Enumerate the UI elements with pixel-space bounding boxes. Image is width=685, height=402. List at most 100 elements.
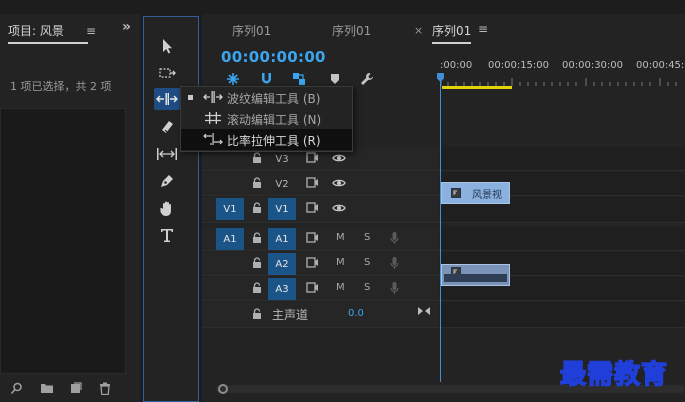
selection-tool-icon[interactable] [154,35,180,57]
fx-badge-icon [451,188,461,198]
ruler-label: 00:00:30:00 [562,60,624,71]
in-out-range-bar[interactable] [442,86,512,89]
track-header: A2 M S [202,252,439,275]
menu-item-rolling-edit[interactable]: 滚动编辑工具 (N) [181,108,352,129]
wrench-icon[interactable] [360,72,374,86]
tab-sequence-3[interactable]: 序列01 [432,22,472,44]
lock-icon[interactable] [252,177,262,189]
menu-item-label: 波纹编辑工具 (B) [227,92,321,106]
linked-selection-icon[interactable] [292,72,306,86]
selected-bullet-icon [188,95,193,100]
sync-lock-icon[interactable] [306,202,319,213]
solo-button[interactable]: S [364,282,370,293]
lock-icon[interactable] [252,282,262,294]
track-header: A1 A1 M S [202,227,439,250]
tab-close-icon[interactable]: × [414,24,423,37]
go-to-end-icon[interactable] [418,306,430,316]
ripple-edit-icon [203,90,223,104]
master-volume-value[interactable]: 0.0 [348,308,364,319]
menu-item-label: 比率拉伸工具 (R) [227,134,321,148]
sync-lock-icon[interactable] [306,282,319,293]
rate-stretch-icon [203,132,223,146]
slip-tool-icon[interactable] [154,143,180,165]
project-panel: 项目: 风景 ≡ » 1 项已选择，共 2 项 [0,14,140,402]
microphone-icon[interactable] [390,281,399,295]
snap-icon[interactable] [260,72,273,86]
track-target-v1[interactable]: V1 [268,198,296,220]
pen-tool-icon[interactable] [154,170,180,192]
menu-item-ripple-edit[interactable]: 波纹编辑工具 (B) [181,87,352,108]
track-select-tool-icon[interactable] [154,62,180,84]
audio-clip[interactable] [441,264,510,286]
solo-button[interactable]: S [364,232,370,243]
microphone-icon[interactable] [390,256,399,270]
sync-lock-icon[interactable] [306,177,319,188]
lock-icon[interactable] [252,257,262,269]
track-target-a2[interactable]: A2 [268,253,296,275]
project-bottom-toolbar [0,378,140,402]
track-area: V3 V2 V1 V1 A1 A1 M S A2 M S A3 M S 主声道 … [202,147,685,337]
track-a1: A1 A1 M S [202,227,685,251]
video-clip[interactable]: 风景视 [441,182,510,204]
eye-icon[interactable] [332,153,346,163]
menu-item-rate-stretch[interactable]: 比率拉伸工具 (R) [181,129,352,150]
track-lane[interactable] [440,302,685,327]
track-header: A3 M S [202,277,439,300]
playhead-line[interactable] [440,76,441,382]
sync-lock-icon[interactable] [306,152,319,163]
audio-waveform [444,274,507,282]
lock-icon[interactable] [252,152,262,164]
master-track-label: 主声道 [272,308,309,322]
sync-lock-icon[interactable] [306,257,319,268]
lock-icon[interactable] [252,202,262,214]
track-target-a1[interactable]: A1 [268,228,296,250]
track-lane[interactable] [440,147,685,170]
new-item-icon[interactable] [70,382,82,394]
razor-tool-icon[interactable] [154,116,180,138]
timeline-menu-icon[interactable]: ≡ [478,22,488,36]
add-marker-icon[interactable] [330,73,340,85]
project-item-list[interactable] [0,108,126,374]
sync-lock-icon[interactable] [306,232,319,243]
ripple-edit-tool-icon[interactable] [154,88,180,110]
microphone-icon[interactable] [390,231,399,245]
playhead-timecode[interactable]: 00:00:00:00 [221,48,326,66]
mute-button[interactable]: M [336,282,345,293]
ruler-label: 00:00:45:0 [636,60,685,71]
source-patch-a1[interactable]: A1 [216,228,244,250]
eye-icon[interactable] [332,178,346,188]
track-header: 主声道 0.0 [202,302,439,327]
menu-item-label: 滚动编辑工具 (N) [227,113,322,127]
panel-expand-icon[interactable]: » [122,19,131,35]
track-header: V1 V1 [202,197,439,222]
timeline-panel: 序列01 序列01 × 序列01 ≡ 00:00:00:00 :00:00 00… [202,14,685,402]
track-target-a3[interactable]: A3 [268,278,296,300]
time-ruler[interactable]: :00:00 00:00:15:00 00:00:30:00 00:00:45:… [440,56,685,90]
track-target-v2[interactable]: V2 [268,173,296,195]
lock-icon[interactable] [252,232,262,244]
insert-overwrite-icon[interactable] [226,72,240,86]
new-bin-icon[interactable] [40,382,54,394]
hand-tool-icon[interactable] [154,197,180,219]
mute-button[interactable]: M [336,257,345,268]
source-patch-v1[interactable]: V1 [216,198,244,220]
trash-icon[interactable] [99,382,111,395]
track-header: V2 [202,172,439,195]
clip-name: 风景视 [472,190,502,201]
project-tab[interactable]: 项目: 风景 ≡ [8,22,96,44]
search-icon[interactable] [10,382,23,395]
tab-sequence-2[interactable]: 序列01 [332,22,371,39]
project-menu-icon[interactable]: ≡ [86,22,96,40]
eye-icon[interactable] [332,203,346,213]
scrollbar-thumb[interactable] [218,384,228,394]
tools-panel [143,16,199,402]
edit-tool-flyout-menu: 波纹编辑工具 (B) 滚动编辑工具 (N) 比率拉伸工具 (R) [180,86,353,152]
type-tool-icon[interactable] [154,224,180,246]
lock-icon[interactable] [252,308,262,320]
mute-button[interactable]: M [336,232,345,243]
track-lane[interactable] [440,227,685,250]
project-tab-label: 项目: 风景 [8,24,64,38]
tab-sequence-1[interactable]: 序列01 [232,22,271,39]
rolling-edit-icon [203,111,223,125]
solo-button[interactable]: S [364,257,370,268]
